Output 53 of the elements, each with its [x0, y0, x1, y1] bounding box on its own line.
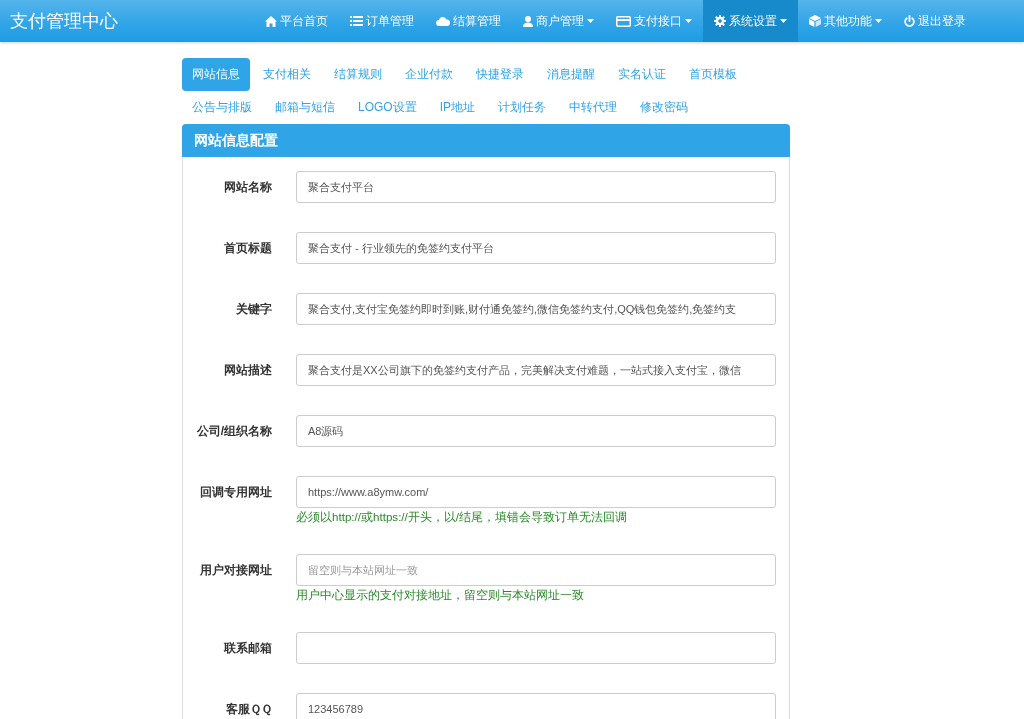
field-label: 联系邮箱 — [222, 640, 272, 657]
field-label: 回调专用网址 — [199, 484, 272, 501]
user-icon — [523, 15, 533, 27]
card-icon — [616, 15, 631, 27]
nav-link[interactable]: 结算管理 — [425, 0, 512, 42]
tab[interactable]: 邮箱与短信 — [265, 91, 345, 124]
cube-icon — [809, 15, 821, 27]
gear-icon — [714, 15, 726, 27]
field-label: 公司/组织名称 — [195, 423, 272, 440]
input-field[interactable] — [296, 632, 776, 664]
nav-link[interactable]: 平台首页 — [254, 0, 339, 42]
input-field[interactable]: https://www.a8ymw.com/ — [296, 476, 776, 508]
field-label: 客服ＱＱ — [225, 701, 272, 718]
cloud-icon — [436, 16, 450, 26]
field-label: 首页标题 — [223, 240, 272, 257]
nav-link[interactable]: 商户管理 — [512, 0, 605, 42]
tab[interactable]: 支付相关 — [253, 58, 321, 91]
input-field[interactable]: 123456789 — [296, 693, 776, 719]
power-icon — [904, 15, 915, 27]
tab[interactable]: 计划任务 — [488, 91, 557, 124]
tab[interactable]: 首页模板 — [679, 58, 747, 91]
input-field[interactable]: 聚合支付平台 — [296, 171, 776, 203]
nav-link[interactable]: 其他功能 — [798, 0, 893, 42]
tab[interactable]: 快捷登录 — [466, 58, 534, 91]
tab[interactable]: 公告与排版 — [182, 91, 262, 124]
field-label: 网站名称 — [223, 179, 272, 196]
help-text: 必须以http://或https://开头，以/结尾，填错会导致订单无法回调 — [296, 509, 629, 525]
tab[interactable]: 中转代理 — [559, 91, 628, 124]
home-icon — [265, 15, 277, 27]
tab[interactable]: 网站信息 — [182, 58, 250, 91]
field-label: 关键字 — [235, 301, 272, 318]
panel-title: 网站信息配置 — [182, 124, 790, 157]
nav-link[interactable]: 支付接口 — [605, 0, 703, 42]
tab[interactable]: LOGO设置 — [348, 91, 427, 124]
tab[interactable]: 实名认证 — [608, 58, 676, 91]
nav-link[interactable]: 系统设置 — [703, 0, 798, 42]
input-field[interactable]: 聚合支付是XX公司旗下的免签约支付产品，完美解决支付难题，一站式接入支付宝，微信 — [296, 354, 776, 386]
tab[interactable]: 消息提醒 — [537, 58, 605, 91]
field-label: 用户对接网址 — [199, 562, 272, 579]
input-field[interactable]: 留空则与本站网址一致 — [296, 554, 776, 586]
tab[interactable]: IP地址 — [429, 91, 486, 124]
input-field[interactable]: 聚合支付,支付宝免签约即时到账,财付通免签约,微信免签约支付,QQ钱包免签约,免签约支 — [296, 293, 776, 325]
site-title[interactable]: 支付管理中心 — [10, 0, 254, 42]
list-icon — [350, 16, 363, 26]
input-field[interactable]: A8源码 — [296, 415, 776, 447]
nav-link[interactable]: 退出登录 — [893, 0, 977, 42]
input-field[interactable]: 聚合支付 - 行业领先的免签约支付平台 — [296, 232, 776, 264]
tab[interactable]: 结算规则 — [324, 58, 392, 91]
nav-link[interactable]: 订单管理 — [339, 0, 425, 42]
field-label: 网站描述 — [223, 362, 272, 379]
tab[interactable]: 企业付款 — [395, 58, 463, 91]
tab[interactable]: 修改密码 — [630, 91, 699, 124]
help-text: 用户中心显示的支付对接地址，留空则与本站网址一致 — [296, 587, 585, 603]
